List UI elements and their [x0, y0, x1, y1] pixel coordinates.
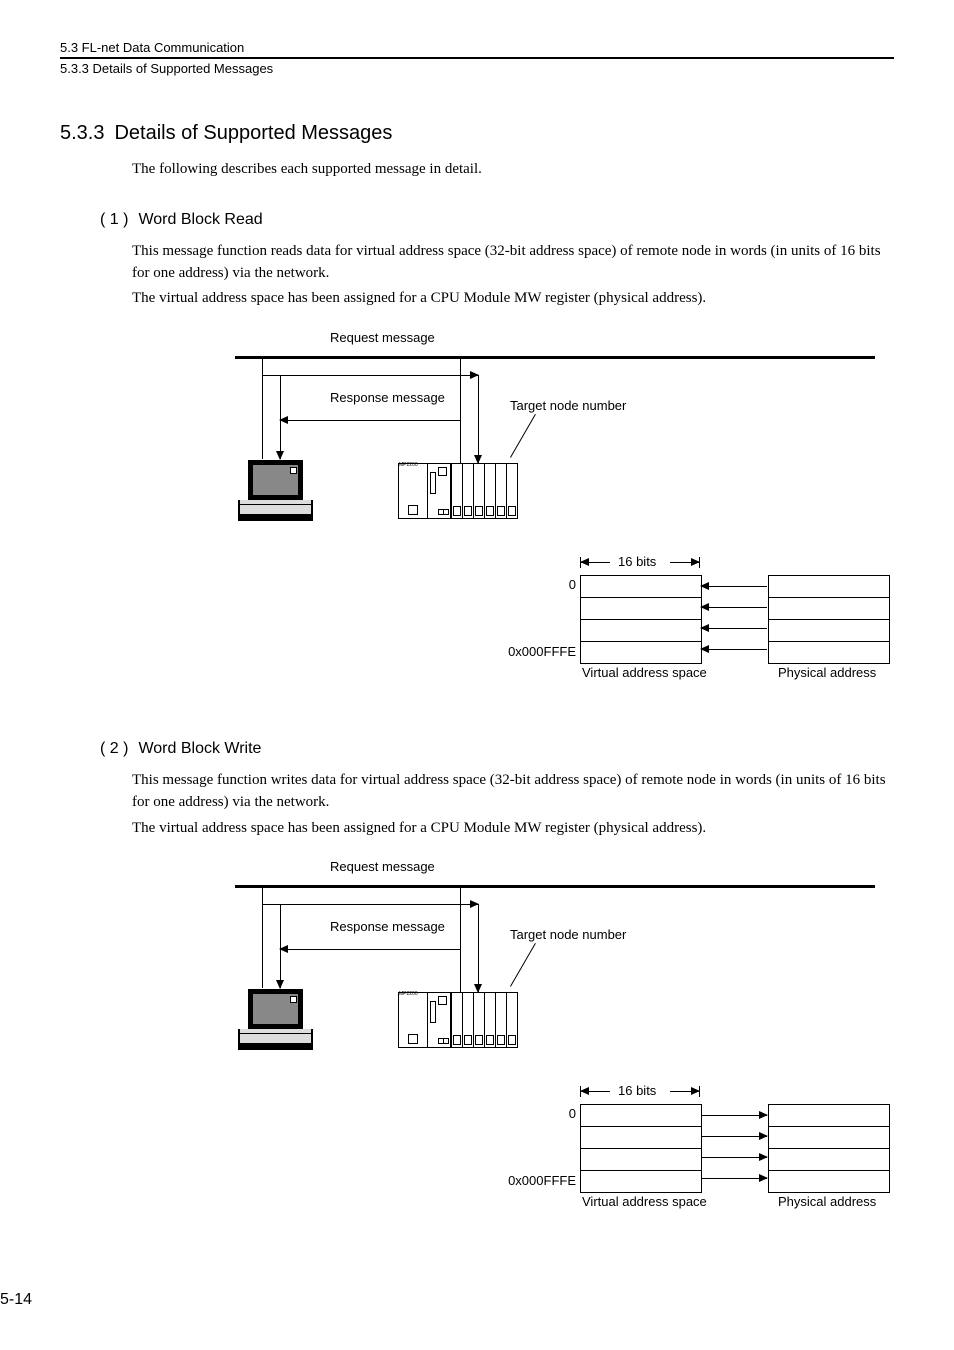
va-label: Virtual address space — [582, 1194, 707, 1209]
controller-icon: MP2200 — [398, 463, 518, 519]
fig-response-label: Response message — [330, 390, 445, 405]
pa-label: Physical address — [778, 1194, 876, 1209]
sub2-p1: This message function writes data for vi… — [132, 770, 894, 814]
req-vline-left — [262, 888, 263, 988]
map-arrow-icon — [701, 649, 767, 650]
callout-line — [510, 943, 536, 987]
section-title-text: Details of Supported Messages — [114, 122, 392, 145]
addr-0: 0 — [560, 577, 576, 592]
controller-label: MP2200 — [398, 462, 419, 468]
fig-16bits-label: 16 bits — [618, 1083, 656, 1098]
fig-request-label: Request message — [330, 330, 435, 345]
fig-arrow-left-icon — [280, 420, 460, 421]
section-intro: The following describes each supported m… — [132, 159, 894, 181]
addr-end: 0x000FFFE — [498, 1173, 576, 1188]
controller-icon: MP2200 — [398, 992, 518, 1048]
fig-arrow-left-icon — [280, 949, 460, 950]
fig-16bits-label: 16 bits — [618, 554, 656, 569]
map-arrow-icon — [701, 1157, 767, 1158]
figure-read: Request message Response message Target … — [180, 330, 910, 710]
map-arrow-icon — [701, 1178, 767, 1179]
callout-line — [510, 414, 536, 458]
sub1-title: ( 1 ) Word Block Read — [100, 211, 894, 229]
sub2-num: ( 2 ) — [100, 740, 128, 758]
section-number: 5.3.3 — [60, 122, 104, 145]
map-arrow-icon — [701, 586, 767, 587]
fig-arrow-down-icon — [478, 375, 479, 463]
fig-arrow-down-icon — [478, 904, 479, 992]
fig-target-label: Target node number — [510, 398, 626, 413]
section-title: 5.3.3 Details of Supported Messages — [60, 122, 894, 145]
sub2-title-text: Word Block Write — [138, 740, 261, 758]
fig-arrow-right-icon — [262, 904, 478, 905]
sub2-p2: The virtual address space has been assig… — [132, 818, 894, 840]
header-chapter: 5.3 FL-net Data Communication — [60, 40, 894, 59]
sub2-title: ( 2 ) Word Block Write — [100, 740, 894, 758]
sub1-num: ( 1 ) — [100, 211, 128, 229]
map-arrow-icon — [701, 1115, 767, 1116]
fig-arrow-right-icon — [262, 375, 478, 376]
sub1-title-text: Word Block Read — [138, 211, 262, 229]
page-number: 5-14 — [0, 1291, 32, 1309]
sub1-p1: This message function reads data for vir… — [132, 241, 894, 285]
map-arrow-icon — [701, 628, 767, 629]
addr-end: 0x000FFFE — [498, 644, 576, 659]
header-subsection: 5.3.3 Details of Supported Messages — [60, 59, 894, 76]
pa-label: Physical address — [778, 665, 876, 680]
virtual-address-table — [580, 575, 702, 664]
va-label: Virtual address space — [582, 665, 707, 680]
controller-label: MP2200 — [398, 991, 419, 997]
network-line — [235, 885, 875, 888]
virtual-address-table — [580, 1104, 702, 1193]
addr-0: 0 — [560, 1106, 576, 1121]
fig-response-label: Response message — [330, 919, 445, 934]
laptop-icon — [238, 989, 316, 1053]
fig-request-label: Request message — [330, 859, 435, 874]
sub1-p2: The virtual address space has been assig… — [132, 288, 894, 310]
page-header: 5.3 FL-net Data Communication 5.3.3 Deta… — [60, 40, 894, 76]
figure-write: Request message Response message Target … — [180, 859, 910, 1239]
fig-target-label: Target node number — [510, 927, 626, 942]
laptop-icon — [238, 460, 316, 524]
network-line — [235, 356, 875, 359]
physical-address-table — [768, 575, 890, 664]
map-arrow-icon — [701, 607, 767, 608]
map-arrow-icon — [701, 1136, 767, 1137]
req-vline-left — [262, 359, 263, 459]
physical-address-table — [768, 1104, 890, 1193]
